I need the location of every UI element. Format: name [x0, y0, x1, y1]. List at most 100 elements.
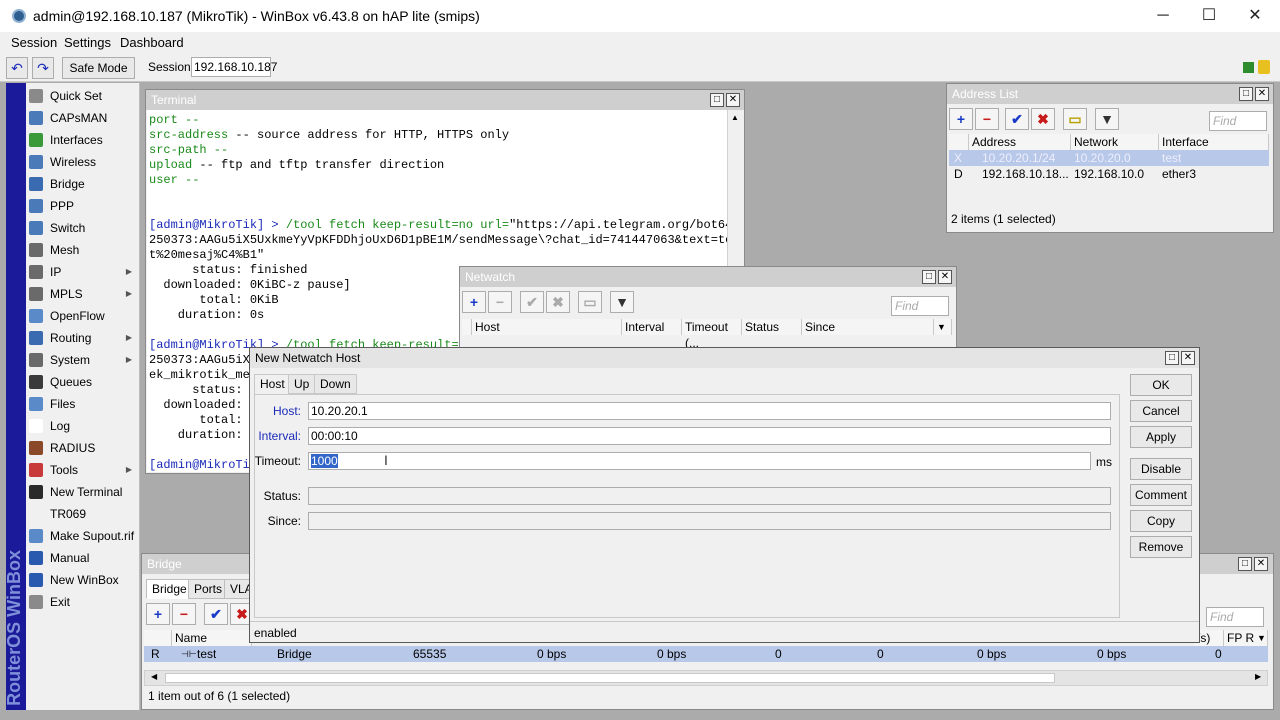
sidebar-item-wireless[interactable]: Wireless — [26, 151, 140, 173]
redo-icon[interactable]: ↷ — [32, 57, 54, 79]
sidebar-item-radius[interactable]: RADIUS — [26, 437, 140, 459]
tab-host[interactable]: Host — [254, 374, 291, 394]
disable-icon[interactable]: ✖ — [546, 291, 570, 313]
remove-icon[interactable]: − — [172, 603, 196, 625]
sidebar-item-new-terminal[interactable]: New Terminal — [26, 481, 140, 503]
sidebar-item-log[interactable]: Log — [26, 415, 140, 437]
netwatch-maximize-icon[interactable]: □ — [922, 270, 936, 284]
tab-bridge[interactable]: Bridge — [146, 579, 193, 599]
column-dropdown-icon[interactable]: ▼ — [934, 319, 952, 335]
column-header-since[interactable]: Since — [802, 319, 934, 335]
add-icon[interactable]: + — [146, 603, 170, 625]
menu-settings[interactable]: Settings — [64, 35, 111, 50]
column-dropdown-icon[interactable]: ▼ — [1254, 630, 1268, 646]
enable-icon[interactable]: ✔ — [204, 603, 228, 625]
column-header-flag[interactable] — [462, 319, 472, 335]
column-header-timeout[interactable]: Timeout (... — [682, 319, 742, 350]
undo-icon[interactable]: ↶ — [6, 57, 28, 79]
tab-ports[interactable]: Ports — [188, 579, 229, 599]
remove-icon[interactable]: − — [488, 291, 512, 313]
comment-icon[interactable]: ▭ — [1063, 108, 1087, 130]
ok-button[interactable]: OK — [1130, 374, 1192, 396]
remove-icon[interactable]: − — [975, 108, 999, 130]
bridge-maximize-icon[interactable]: □ — [1238, 557, 1252, 571]
column-header-flag[interactable] — [144, 630, 172, 646]
scroll-up-icon[interactable]: ▲ — [731, 113, 739, 122]
tab-down[interactable]: Down — [314, 374, 357, 394]
sidebar-item-ip[interactable]: IP ▶ — [26, 261, 140, 283]
column-header-network[interactable]: Network — [1071, 134, 1159, 150]
sidebar-item-tools[interactable]: Tools ▶ — [26, 459, 140, 481]
column-header-interface[interactable]: Interface — [1159, 134, 1269, 150]
scroll-left-icon[interactable]: ◀ — [151, 672, 157, 681]
sidebar-item-routing[interactable]: Routing ▶ — [26, 327, 140, 349]
bridge-close-icon[interactable]: ✕ — [1254, 557, 1268, 571]
sidebar-item-new-winbox[interactable]: New WinBox — [26, 569, 140, 591]
disable-icon[interactable]: ✖ — [1031, 108, 1055, 130]
address-list-find-input[interactable]: Find — [1209, 111, 1267, 131]
column-header-interval[interactable]: Interval — [622, 319, 682, 335]
sidebar-item-interfaces[interactable]: Interfaces — [26, 129, 140, 151]
comment-icon[interactable]: ▭ — [578, 291, 602, 313]
sidebar-item-files[interactable]: Files — [26, 393, 140, 415]
bridge-find-input[interactable]: Find — [1206, 607, 1264, 627]
column-header-flag[interactable] — [949, 134, 969, 150]
sidebar-item-openflow[interactable]: OpenFlow — [26, 305, 140, 327]
column-header-address[interactable]: Address — [969, 134, 1071, 150]
table-row[interactable]: R ⊣⊢ test Bridge 65535 0 bps 0 bps 0 0 0… — [144, 646, 1268, 662]
scroll-right-icon[interactable]: ▶ — [1255, 672, 1261, 681]
column-header-status[interactable]: Status — [742, 319, 802, 335]
minimize-button[interactable]: ─ — [1140, 4, 1186, 28]
filter-icon[interactable]: ▼ — [610, 291, 634, 313]
table-row[interactable]: D 192.168.10.18... 192.168.10.0 ether3 — [949, 166, 1269, 182]
close-button[interactable]: ✕ — [1232, 4, 1278, 28]
filter-icon[interactable]: ▼ — [1095, 108, 1119, 130]
sidebar-item-exit[interactable]: Exit — [26, 591, 140, 613]
sidebar-item-queues[interactable]: Queues — [26, 371, 140, 393]
session-input[interactable]: 192.168.10.187 — [191, 57, 277, 77]
sidebar-item-manual[interactable]: Manual — [26, 547, 140, 569]
address-list-maximize-icon[interactable]: □ — [1239, 87, 1253, 101]
add-icon[interactable]: + — [462, 291, 486, 313]
menu-session[interactable]: Session — [11, 35, 57, 50]
sidebar-item-mpls[interactable]: MPLS ▶ — [26, 283, 140, 305]
remove-button[interactable]: Remove — [1130, 536, 1192, 558]
column-header-host[interactable]: Host — [472, 319, 622, 335]
timeout-input[interactable]: 1000 — [308, 452, 1091, 470]
address-list-close-icon[interactable]: ✕ — [1255, 87, 1269, 101]
tab-up[interactable]: Up — [288, 374, 316, 394]
copy-button[interactable]: Copy — [1130, 510, 1192, 532]
dialog-close-icon[interactable]: ✕ — [1181, 351, 1195, 365]
column-header-fp-rx[interactable]: FP R — [1224, 630, 1258, 646]
sidebar-item-capsman[interactable]: CAPsMAN — [26, 107, 140, 129]
sidebar-item-system[interactable]: System ▶ — [26, 349, 140, 371]
terminal-close-icon[interactable]: ✕ — [726, 93, 740, 107]
sidebar-item-bridge[interactable]: Bridge — [26, 173, 140, 195]
enable-icon[interactable]: ✔ — [1005, 108, 1029, 130]
enable-icon[interactable]: ✔ — [520, 291, 544, 313]
sidebar-item-switch[interactable]: Switch — [26, 217, 140, 239]
column-header-name[interactable]: Name — [172, 630, 252, 646]
add-icon[interactable]: + — [949, 108, 973, 130]
sidebar-item-tr069[interactable]: TR069 — [26, 503, 140, 525]
sidebar-item-make-supout-rif[interactable]: Make Supout.rif — [26, 525, 140, 547]
netwatch-close-icon[interactable]: ✕ — [938, 270, 952, 284]
interval-input[interactable]: 00:00:10 — [308, 427, 1111, 445]
disable-button[interactable]: Disable — [1130, 458, 1192, 480]
sidebar-item-ppp[interactable]: PPP — [26, 195, 140, 217]
menu-dashboard[interactable]: Dashboard — [120, 35, 184, 50]
terminal-maximize-icon[interactable]: □ — [710, 93, 724, 107]
dialog-maximize-icon[interactable]: □ — [1165, 351, 1179, 365]
table-row[interactable]: X 10.20.20.1/24 10.20.20.0 test — [949, 150, 1269, 166]
sidebar-item-quick-set[interactable]: Quick Set — [26, 85, 140, 107]
apply-button[interactable]: Apply — [1130, 426, 1192, 448]
horizontal-scrollbar[interactable]: ◀ ▶ — [144, 670, 1268, 686]
sidebar-item-mesh[interactable]: Mesh — [26, 239, 140, 261]
maximize-button[interactable]: ☐ — [1186, 4, 1232, 28]
host-input[interactable]: 10.20.20.1 — [308, 402, 1111, 420]
scrollbar-thumb[interactable] — [165, 673, 1055, 683]
safe-mode-button[interactable]: Safe Mode — [62, 57, 135, 79]
comment-button[interactable]: Comment — [1130, 484, 1192, 506]
cancel-button[interactable]: Cancel — [1130, 400, 1192, 422]
netwatch-find-input[interactable]: Find — [891, 296, 949, 316]
